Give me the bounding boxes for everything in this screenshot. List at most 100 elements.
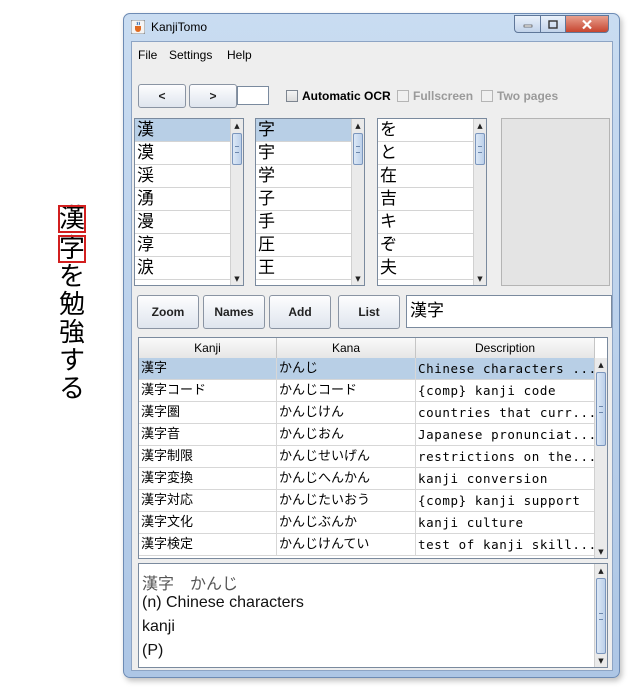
table-scrollbar[interactable]: ▲ ▼ [594, 358, 607, 558]
scroll-up-icon[interactable]: ▲ [595, 564, 607, 577]
add-button[interactable]: Add [269, 295, 331, 329]
title-bar[interactable]: KanjiTomo [124, 14, 619, 40]
cell-kana: かんじおん [277, 424, 416, 445]
scroll-thumb[interactable] [475, 133, 485, 165]
cell-description: Chinese characters ... [418, 361, 595, 376]
list-item[interactable]: 涙 [135, 257, 232, 280]
list-item[interactable]: 圧 [256, 234, 353, 257]
table-row[interactable]: 漢字音 かんじおん Japanese pronunciat... [139, 424, 595, 446]
highlighted-char: 字 [58, 234, 86, 264]
list-item[interactable]: キ [378, 211, 475, 234]
menu-bar: File Settings Help [132, 42, 612, 66]
scroll-up-icon[interactable]: ▲ [352, 119, 364, 132]
candidate-list-3[interactable]: を と 在 吉 キ ぞ 夫 ▲ ▼ [377, 118, 487, 286]
cell-kana: かんじけん [277, 402, 416, 423]
list-item[interactable]: 宇 [256, 142, 353, 165]
cell-kanji: 漢字音 [139, 424, 277, 445]
page-number-input[interactable] [237, 86, 269, 105]
cell-kana: かんじせいげん [277, 446, 416, 467]
scroll-down-icon[interactable]: ▼ [595, 654, 607, 667]
fullscreen-checkbox[interactable] [397, 90, 409, 102]
prev-page-button[interactable]: < [138, 84, 186, 108]
list-scrollbar[interactable]: ▲ ▼ [473, 119, 486, 285]
cell-kanji: 漢字変換 [139, 468, 277, 489]
kanjitomo-window: KanjiTomo File Settings Help < > Automat… [123, 13, 620, 678]
list-item[interactable]: 学 [256, 165, 353, 188]
list-item[interactable]: と [378, 142, 475, 165]
cell-description: {comp} kanji support [418, 493, 581, 508]
scroll-up-icon[interactable]: ▲ [595, 358, 607, 371]
table-row[interactable]: 漢字圏 かんじけん countries that curr... [139, 402, 595, 424]
list-item[interactable]: 渓 [135, 165, 232, 188]
list-item[interactable]: 在 [378, 165, 475, 188]
definition-scrollbar[interactable]: ▲ ▼ [594, 564, 607, 667]
list-button[interactable]: List [338, 295, 400, 329]
list-item[interactable]: 漠 [135, 142, 232, 165]
word-input[interactable]: 漢字 [406, 295, 612, 328]
menu-help[interactable]: Help [227, 48, 252, 62]
candidate-list-1[interactable]: 漢 漠 渓 湧 漫 淳 涙 ▲ ▼ [134, 118, 244, 286]
cell-kana: かんじぶんか [277, 512, 416, 533]
automatic-ocr-label: Automatic OCR [302, 89, 391, 103]
zoom-button[interactable]: Zoom [137, 295, 199, 329]
sample-char: す [58, 346, 85, 376]
next-page-button[interactable]: > [189, 84, 237, 108]
table-row[interactable]: 漢字対応 かんじたいおう {comp} kanji support [139, 490, 595, 512]
menu-file[interactable]: File [138, 48, 157, 62]
menu-settings[interactable]: Settings [169, 48, 212, 62]
cell-kanji: 漢字 [139, 358, 277, 379]
list-item[interactable]: 王 [256, 257, 353, 280]
scroll-thumb[interactable] [232, 133, 242, 165]
table-row[interactable]: 漢字変換 かんじへんかん kanji conversion [139, 468, 595, 490]
list-item[interactable]: 湧 [135, 188, 232, 211]
list-item[interactable]: 吉 [378, 188, 475, 211]
list-item[interactable]: を [378, 119, 475, 142]
candidate-list-2[interactable]: 字 宇 学 子 手 圧 王 ▲ ▼ [255, 118, 365, 286]
definition-headword: 漢字 かんじ [142, 574, 239, 593]
cell-description: Japanese pronunciat... [418, 427, 595, 442]
names-button[interactable]: Names [203, 295, 265, 329]
column-header-kanji[interactable]: Kanji [139, 338, 277, 358]
list-item[interactable]: 字 [256, 119, 353, 142]
minimize-button[interactable] [514, 15, 541, 33]
scroll-thumb[interactable] [596, 578, 606, 654]
scroll-up-icon[interactable]: ▲ [474, 119, 486, 132]
column-header-kana[interactable]: Kana [277, 338, 416, 358]
scroll-down-icon[interactable]: ▼ [595, 545, 607, 558]
scroll-up-icon[interactable]: ▲ [231, 119, 243, 132]
cell-kana: かんじへんかん [277, 468, 416, 489]
table-row[interactable]: 漢字 かんじ Chinese characters ... [139, 358, 595, 380]
scroll-thumb[interactable] [353, 133, 363, 165]
two-pages-label: Two pages [497, 89, 559, 103]
close-button[interactable] [565, 15, 609, 33]
sample-vertical-text: 漢 字 を 勉 強 す る [58, 205, 88, 403]
list-item[interactable]: 漢 [135, 119, 232, 142]
table-row[interactable]: 漢字文化 かんじぶんか kanji culture [139, 512, 595, 534]
list-item[interactable]: ぞ [378, 234, 475, 257]
definition-romaji: kanji [142, 618, 175, 635]
list-item[interactable]: 手 [256, 211, 353, 234]
list-item[interactable]: 漫 [135, 211, 232, 234]
table-row[interactable]: 漢字検定 かんじけんてい test of kanji skill... [139, 534, 595, 556]
definition-meaning: (n) Chinese characters [142, 594, 304, 611]
scroll-down-icon[interactable]: ▼ [352, 272, 364, 285]
close-icon [582, 19, 592, 29]
maximize-button[interactable] [540, 15, 566, 33]
list-scrollbar[interactable]: ▲ ▼ [230, 119, 243, 285]
scroll-thumb[interactable] [596, 372, 606, 446]
list-scrollbar[interactable]: ▲ ▼ [351, 119, 364, 285]
two-pages-checkbox[interactable] [481, 90, 493, 102]
scroll-down-icon[interactable]: ▼ [231, 272, 243, 285]
list-item[interactable]: 子 [256, 188, 353, 211]
cell-description: kanji culture [418, 515, 524, 530]
definition-area[interactable]: 漢字 かんじ (n) Chinese characters kanji (P) … [138, 563, 608, 668]
automatic-ocr-checkbox[interactable] [286, 90, 298, 102]
cell-kanji: 漢字コード [139, 380, 277, 401]
list-item[interactable]: 夫 [378, 257, 475, 280]
table-row[interactable]: 漢字制限 かんじせいげん restrictions on the... [139, 446, 595, 468]
cell-kanji: 漢字対応 [139, 490, 277, 511]
column-header-description[interactable]: Description [416, 338, 595, 358]
table-row[interactable]: 漢字コード かんじコード {comp} kanji code [139, 380, 595, 402]
scroll-down-icon[interactable]: ▼ [474, 272, 486, 285]
list-item[interactable]: 淳 [135, 234, 232, 257]
